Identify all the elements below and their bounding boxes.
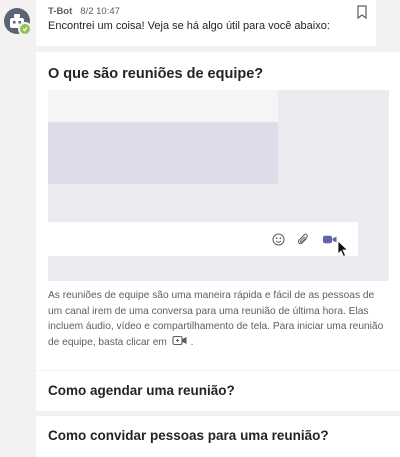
answer-description-text: As reuniões de equipe são uma maneira rá…	[48, 290, 384, 348]
meet-now-inline-icon	[172, 335, 187, 345]
meet-now-icon	[322, 234, 337, 245]
answer-card: O que são reuniões de equipe? As reuniõe…	[36, 52, 400, 370]
message-text: Encontrei um coisa! Veja se há algo útil…	[48, 20, 330, 32]
bot-avatar[interactable]	[4, 8, 32, 36]
related-question-title[interactable]: Como agendar uma reunião?	[48, 383, 235, 398]
related-question-title[interactable]: Como convidar pessoas para uma reunião?	[48, 428, 329, 443]
answer-illustration	[48, 90, 389, 281]
sender-name: T-Bot	[48, 6, 73, 17]
emoji-icon	[272, 233, 285, 246]
related-question-schedule[interactable]: Como agendar uma reunião?	[36, 371, 400, 411]
bookmark-icon[interactable]	[356, 5, 368, 19]
answer-title: O que são reuniões de equipe?	[48, 66, 264, 82]
presence-available-icon	[18, 22, 32, 36]
mouse-pointer-icon	[337, 240, 349, 258]
message-time: 8/2 10:47	[80, 6, 120, 17]
answer-description-end: .	[190, 336, 194, 348]
answer-description: As reuniões de equipe são uma maneira rá…	[48, 288, 390, 350]
bot-message: T-Bot 8/2 10:47 Encontrei um coisa! Veja …	[36, 0, 376, 46]
illustration-header	[48, 90, 278, 122]
attach-icon	[297, 233, 308, 245]
illustration-highlight	[48, 122, 278, 184]
message-meta: T-Bot 8/2 10:47	[48, 6, 120, 17]
illustration-compose-box	[48, 222, 358, 258]
related-question-invite[interactable]: Como convidar pessoas para uma reunião?	[36, 416, 400, 457]
